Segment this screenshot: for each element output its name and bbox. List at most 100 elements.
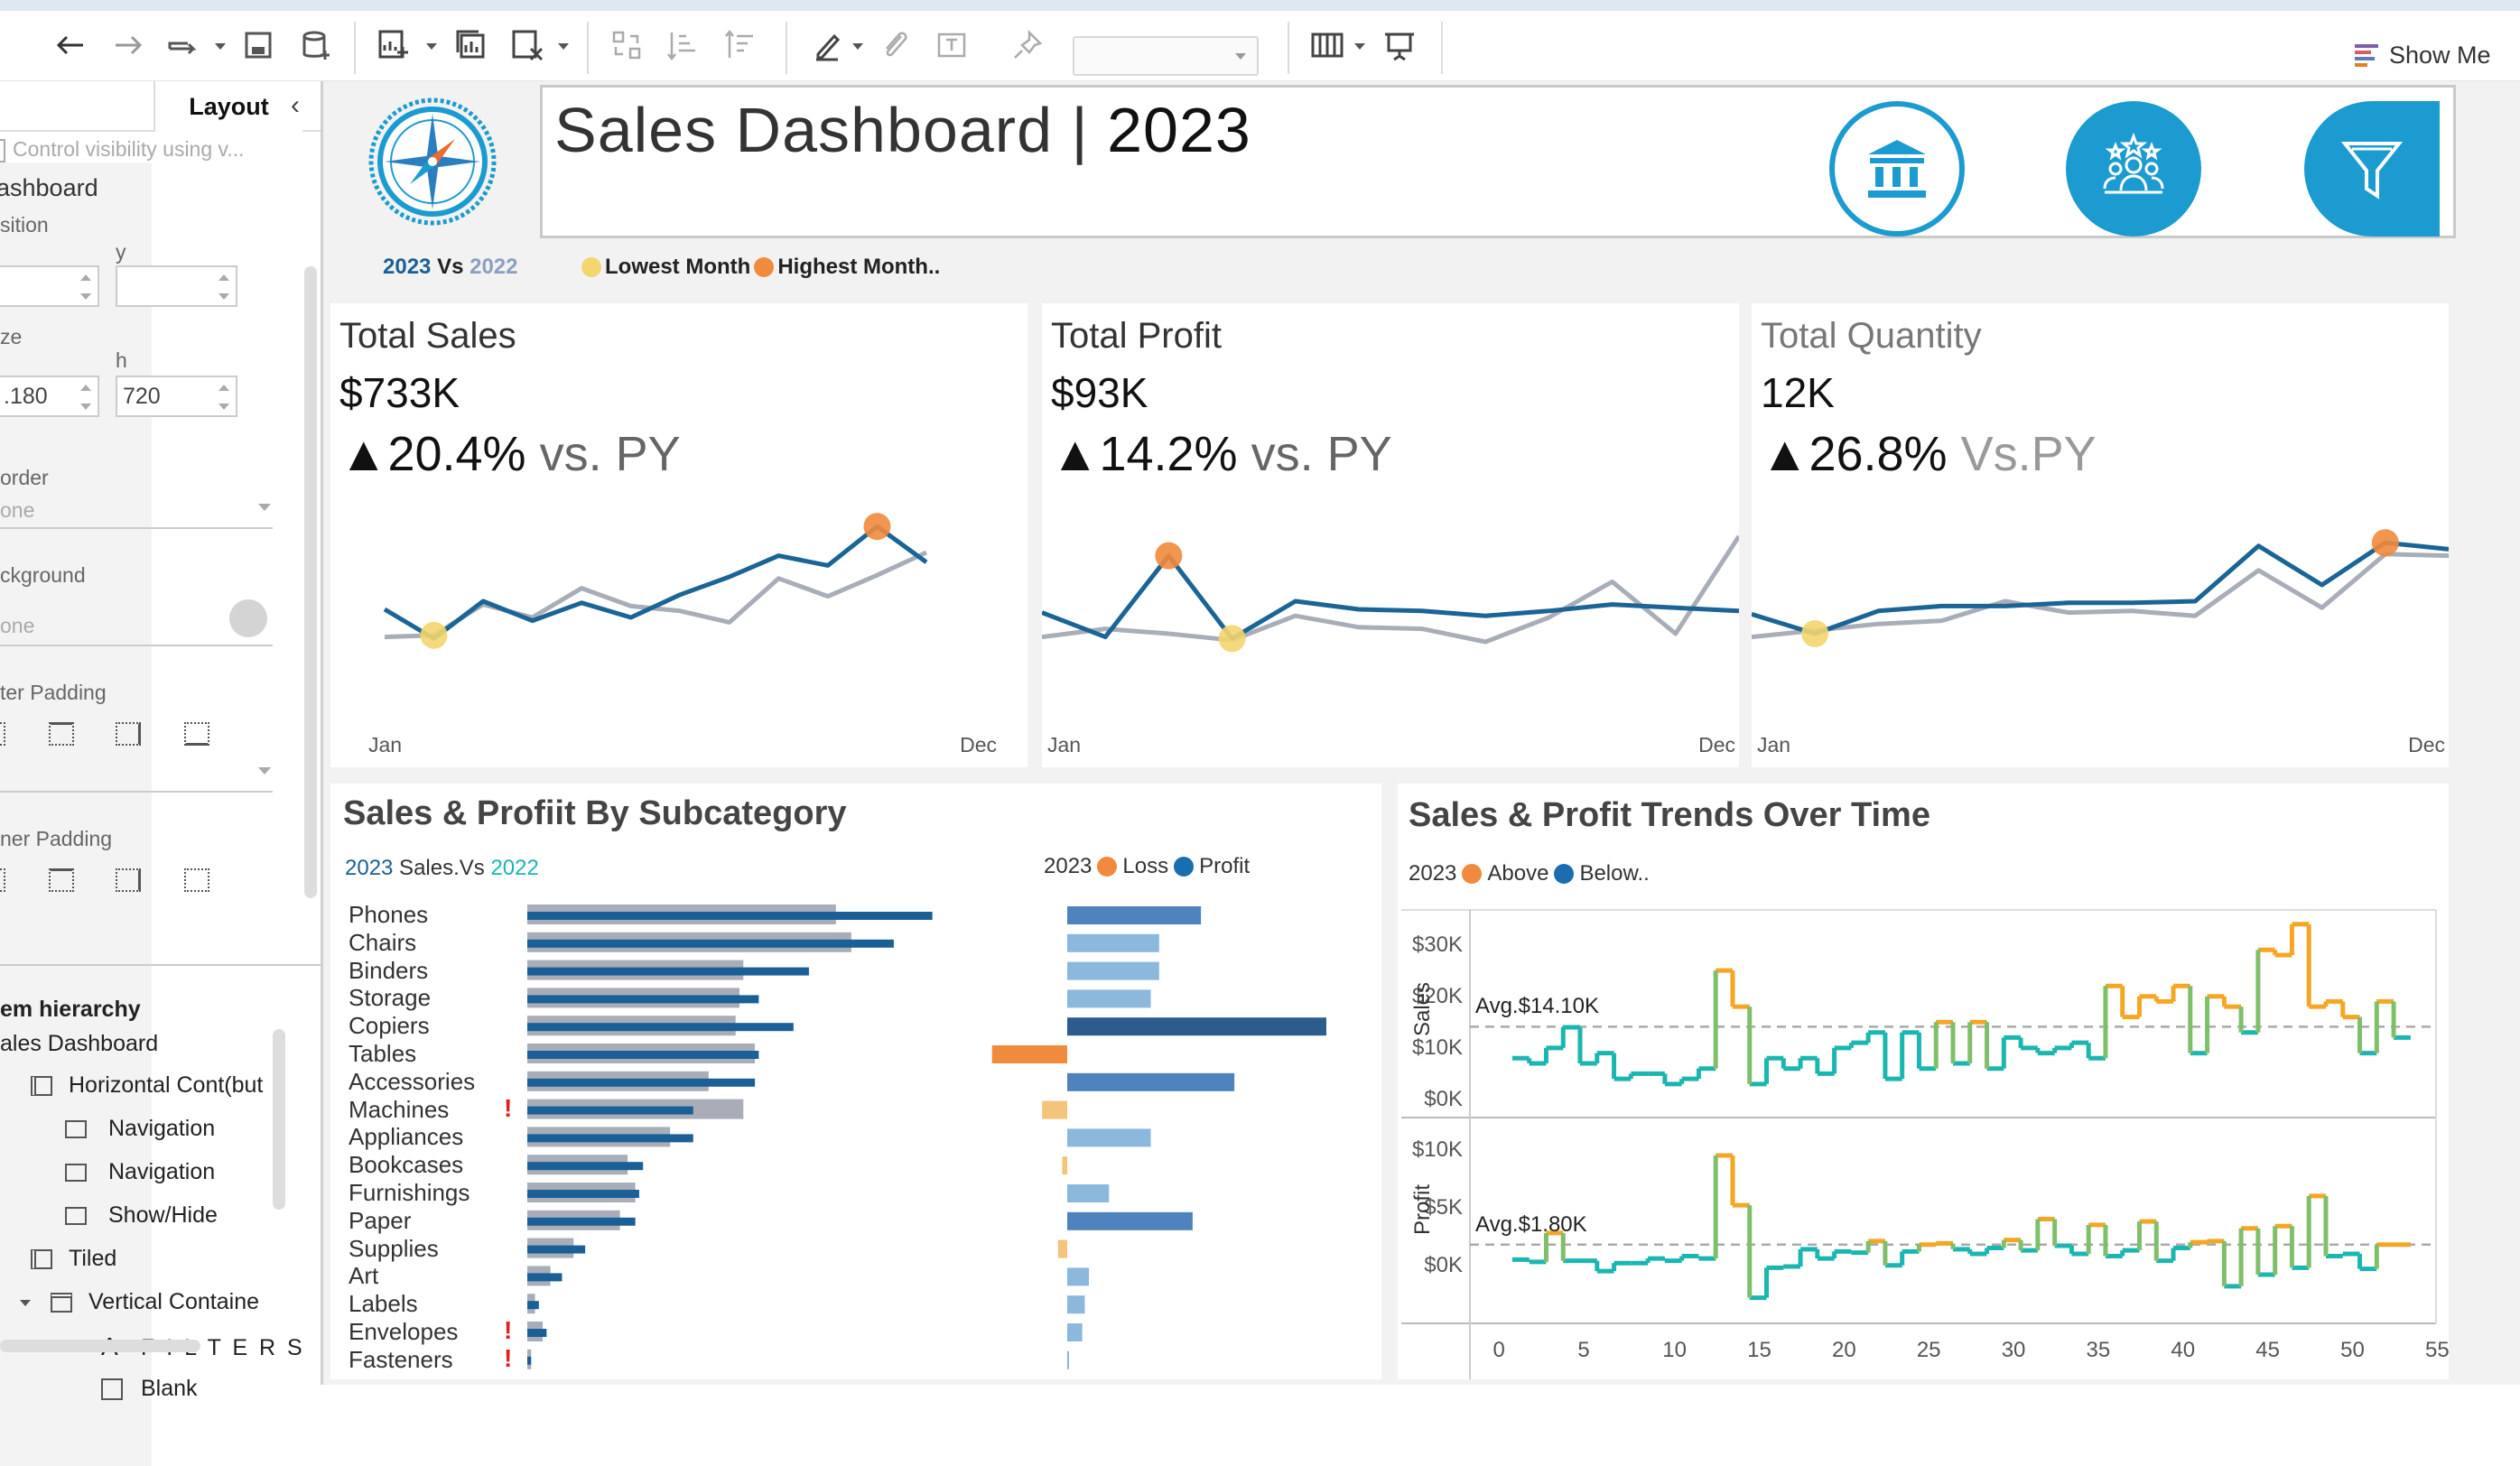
lowest-month-marker[interactable] xyxy=(1801,620,1829,647)
profit-bar[interactable] xyxy=(1067,1350,1069,1369)
bar-2023[interactable] xyxy=(527,967,809,976)
x-tick-label: 40 xyxy=(2171,1338,2196,1362)
bar-2023[interactable] xyxy=(527,1329,547,1337)
bar-2023[interactable] xyxy=(527,939,894,948)
hierarchy-item-label: Navigation xyxy=(108,1116,216,1141)
profit-bar[interactable] xyxy=(991,1045,1067,1063)
duplicate-sheet-icon[interactable] xyxy=(450,23,493,67)
new-sheet-icon[interactable] xyxy=(372,23,415,67)
bar-2023[interactable] xyxy=(527,1217,636,1226)
replay-icon[interactable] xyxy=(163,23,206,67)
hierarchy-root[interactable]: ales Dashboard xyxy=(0,1031,158,1057)
bar-2023[interactable] xyxy=(527,1023,794,1032)
highest-month-marker[interactable] xyxy=(1155,542,1183,570)
kpi-card-quantity[interactable]: Total Quantity 12K ▲26.8% Vs.PY Jan Dec xyxy=(1752,303,2449,767)
profit-bar[interactable] xyxy=(1067,1267,1090,1286)
fit-select[interactable] xyxy=(1073,36,1259,76)
bar-2023[interactable] xyxy=(527,1078,756,1087)
redo-icon[interactable] xyxy=(107,23,150,67)
filter-button[interactable] xyxy=(2304,101,2440,237)
lowest-month-marker[interactable] xyxy=(420,621,448,649)
undo-icon[interactable] xyxy=(49,23,92,67)
profit-bar[interactable] xyxy=(1067,1323,1083,1341)
clear-sheet-icon[interactable] xyxy=(506,23,549,67)
subcategory-label: Appliances xyxy=(349,1123,464,1151)
customers-button[interactable] xyxy=(2066,101,2201,237)
show-cards-icon[interactable] xyxy=(1306,23,1349,67)
hierarchy-item[interactable]: Blank xyxy=(101,1376,198,1402)
profit-bar[interactable] xyxy=(1067,989,1151,1008)
y-position-input[interactable] xyxy=(116,265,237,307)
bar-2023[interactable] xyxy=(527,1245,586,1254)
bar-2023[interactable] xyxy=(527,995,759,1004)
attach-icon[interactable] xyxy=(874,23,917,67)
background-color-swatch[interactable] xyxy=(229,599,267,637)
border-select[interactable]: one xyxy=(0,498,34,523)
kpi-card-profit[interactable]: Total Profit $93K ▲14.2% vs. PY Jan Dec xyxy=(1042,303,1739,767)
profit-bar[interactable] xyxy=(1067,1184,1110,1202)
pin-icon[interactable] xyxy=(1006,23,1049,67)
height-input[interactable]: 720 xyxy=(116,376,237,417)
inner-padding-controls[interactable] xyxy=(0,865,271,892)
kpi-value: $93K xyxy=(1051,369,1148,416)
profit-bar[interactable] xyxy=(1057,1239,1067,1258)
profit-bar[interactable] xyxy=(1062,1156,1067,1175)
hierarchy-item[interactable]: Tiled xyxy=(31,1246,116,1272)
hierarchy-hscrollbar[interactable] xyxy=(0,1340,200,1352)
collapse-pane-icon[interactable]: ‹ xyxy=(291,90,300,121)
bank-button[interactable] xyxy=(1829,101,1965,237)
x-position-input[interactable] xyxy=(0,265,99,307)
tab-layout[interactable]: Layout xyxy=(153,81,302,132)
highest-month-marker[interactable] xyxy=(2371,529,2399,557)
bar-2023[interactable] xyxy=(527,1134,693,1143)
profit-bar[interactable] xyxy=(1067,1295,1085,1314)
add-datasource-icon[interactable] xyxy=(294,23,338,67)
highest-dot-icon xyxy=(754,257,775,277)
save-icon[interactable] xyxy=(237,23,280,67)
legend-year-current: 2023 xyxy=(383,255,432,279)
presentation-icon[interactable] xyxy=(1378,23,1421,67)
subcategory-panel: Sales & Profiit By Subcategory 2023 Sale… xyxy=(330,784,1381,1379)
profit-bar[interactable] xyxy=(1067,961,1159,980)
bar-2023[interactable] xyxy=(527,1162,644,1171)
hierarchy-item[interactable]: Navigation xyxy=(65,1116,215,1142)
bar-2023[interactable] xyxy=(527,1301,539,1310)
swap-icon[interactable] xyxy=(605,23,648,67)
average-label: Avg.$1.80K xyxy=(1475,1211,1587,1237)
bar-2023[interactable] xyxy=(527,912,933,920)
bar-2023[interactable] xyxy=(527,1106,693,1115)
lowest-month-marker[interactable] xyxy=(1218,625,1246,653)
outer-padding-controls[interactable] xyxy=(0,719,271,764)
profit-bar[interactable] xyxy=(1067,906,1202,924)
pane-scrollbar[interactable] xyxy=(304,266,317,898)
bar-2023[interactable] xyxy=(527,1190,639,1198)
outer-padding-dropdown-icon[interactable] xyxy=(258,767,271,775)
sort-desc-icon[interactable] xyxy=(719,23,762,67)
kpi-card-sales[interactable]: Total Sales $733K ▲20.4% vs. PY Jan Dec xyxy=(330,303,1028,767)
hierarchy-item[interactable]: Navigation xyxy=(65,1159,215,1185)
border-dropdown-icon[interactable] xyxy=(258,504,271,511)
sort-asc-icon[interactable] xyxy=(661,23,704,67)
width-input[interactable]: .180 xyxy=(0,376,99,417)
profit-bar[interactable] xyxy=(1067,1128,1151,1147)
highlight-icon[interactable] xyxy=(805,23,849,67)
show-me-button[interactable]: Show Me xyxy=(2355,42,2491,70)
hierarchy-scrollbar[interactable] xyxy=(273,1029,285,1210)
bar-2023[interactable] xyxy=(527,1356,532,1365)
item-hierarchy: em hierarchy ales Dashboard Horizontal C… xyxy=(0,964,321,1401)
bar-2023[interactable] xyxy=(527,1273,563,1282)
profit-bar[interactable] xyxy=(1067,1072,1235,1091)
hierarchy-item[interactable]: Horizontal Cont(but xyxy=(31,1072,263,1099)
profit-bar[interactable] xyxy=(1042,1100,1067,1119)
control-visibility-checkbox[interactable]: Control visibility using v... xyxy=(0,137,271,162)
hierarchy-item[interactable]: Show/Hide xyxy=(65,1202,218,1229)
label-icon[interactable] xyxy=(930,23,973,67)
background-select[interactable]: one xyxy=(0,614,34,638)
highest-month-marker[interactable] xyxy=(863,513,891,541)
kpi-delta-vs: vs. PY xyxy=(1237,427,1392,481)
bar-2023[interactable] xyxy=(527,1051,759,1059)
hierarchy-item[interactable]: Vertical Containe xyxy=(20,1289,259,1315)
profit-bar[interactable] xyxy=(1067,933,1159,952)
profit-bar[interactable] xyxy=(1067,1017,1326,1036)
profit-bar[interactable] xyxy=(1067,1211,1193,1230)
